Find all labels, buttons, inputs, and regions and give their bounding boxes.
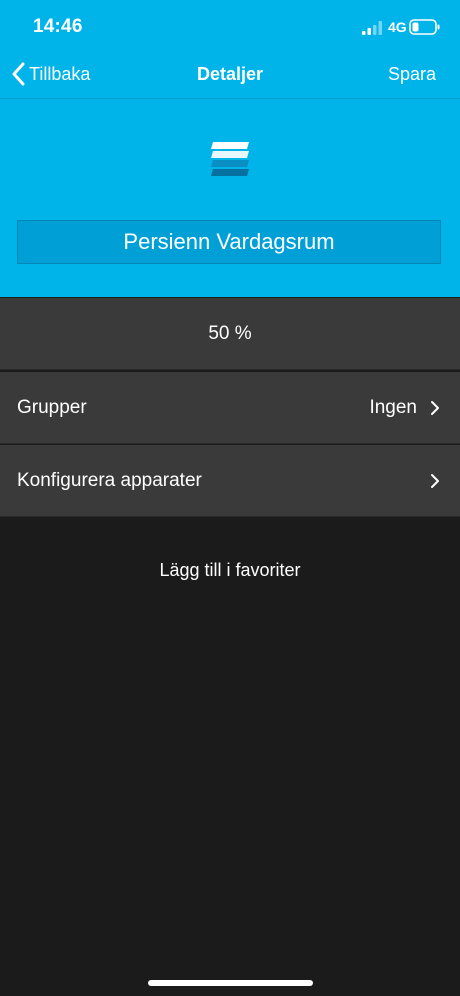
home-indicator[interactable] xyxy=(148,980,313,986)
position-value: 50 % xyxy=(0,298,460,370)
groups-label: Grupper xyxy=(17,397,87,418)
status-time: 14:46 xyxy=(33,16,83,37)
save-button[interactable]: Spara xyxy=(388,64,436,85)
header-panel: 14:46 4G Tillbaka Detaljer Spara Persien… xyxy=(0,0,460,297)
chevron-right-icon xyxy=(431,474,439,488)
chevron-right-icon xyxy=(431,401,439,415)
battery-icon xyxy=(409,19,440,35)
network-type: 4G xyxy=(388,19,407,35)
signal-icon xyxy=(362,21,382,35)
add-to-favorites-button[interactable]: Lägg till i favoriter xyxy=(0,560,460,581)
configure-devices-label: Konfigurera apparater xyxy=(17,470,202,491)
groups-row[interactable]: Grupper Ingen xyxy=(0,372,460,444)
groups-value: Ingen xyxy=(369,397,417,418)
blinds-icon xyxy=(211,142,249,176)
device-name-field[interactable]: Persienn Vardagsrum xyxy=(17,220,441,264)
configure-devices-row[interactable]: Konfigurera apparater xyxy=(0,445,460,517)
navigation-bar: Tillbaka Detaljer Spara xyxy=(0,52,460,98)
status-bar: 14:46 4G xyxy=(0,0,460,52)
nav-divider xyxy=(0,98,460,99)
